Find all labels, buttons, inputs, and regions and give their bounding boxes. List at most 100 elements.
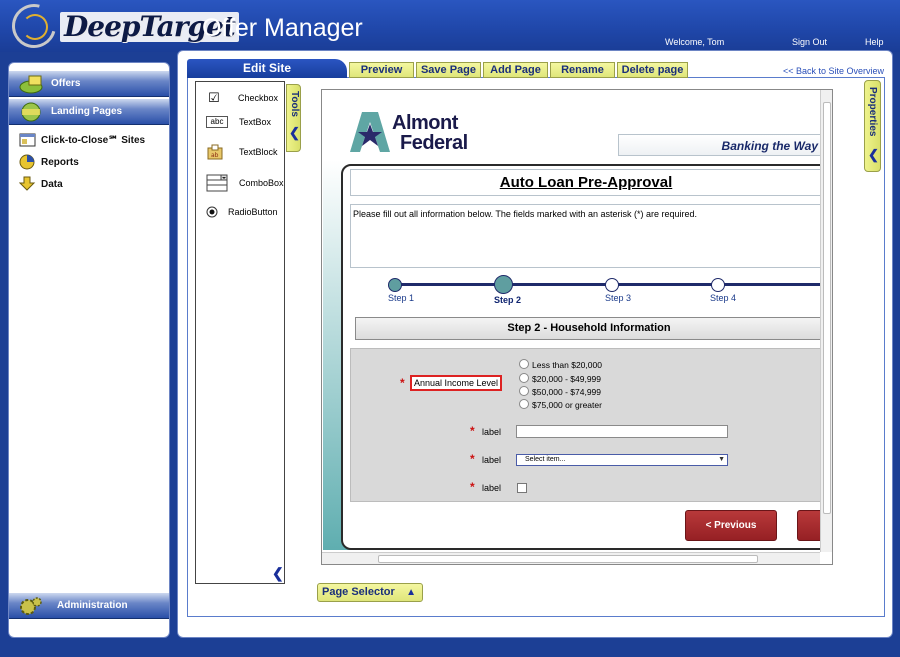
nav-section-administration[interactable]: Administration xyxy=(9,593,169,619)
chevron-left-icon: ❮ xyxy=(868,147,879,162)
form-title-box[interactable]: Auto Loan Pre-Approval xyxy=(350,169,822,196)
required-asterisk: * xyxy=(400,376,405,390)
tool-label: ComboBox xyxy=(239,178,284,188)
vertical-scrollbar[interactable] xyxy=(820,90,832,552)
tab-edit-site[interactable]: Edit Site xyxy=(187,59,347,78)
income-radio-option[interactable] xyxy=(519,399,529,409)
field-label[interactable]: label xyxy=(482,427,501,437)
sites-icon xyxy=(19,133,36,147)
nav-item-reports[interactable]: Reports xyxy=(19,153,79,171)
intro-text-block[interactable]: Please fill out all information below. T… xyxy=(350,204,822,268)
rename-button[interactable]: Rename xyxy=(550,62,615,78)
checkbox-field[interactable] xyxy=(517,483,527,493)
preview-button[interactable]: Preview xyxy=(349,62,414,78)
radiobutton-icon xyxy=(206,206,218,218)
income-radio-option[interactable] xyxy=(519,359,529,369)
page-selector-button[interactable]: Page Selector ▲ xyxy=(317,583,423,602)
chevron-left-icon: ❮ xyxy=(289,125,300,140)
tools-tab-label: Tools xyxy=(289,91,300,117)
combobox-icon xyxy=(206,174,228,192)
step-3-dot xyxy=(605,278,619,292)
nav-section-offers[interactable]: Offers xyxy=(9,71,169,97)
income-radio-option[interactable] xyxy=(519,373,529,383)
step-4-dot xyxy=(711,278,725,292)
properties-tab[interactable]: Properties ❮ xyxy=(864,80,881,172)
form-title: Auto Loan Pre-Approval xyxy=(499,174,673,191)
previous-button[interactable]: < Previous xyxy=(685,510,777,541)
nav-item-label: Data xyxy=(41,178,63,190)
save-page-button[interactable]: Save Page xyxy=(416,62,481,78)
tool-combobox[interactable]: ComboBox xyxy=(206,174,284,192)
step-1-label: Step 1 xyxy=(388,293,415,303)
help-link[interactable]: Help xyxy=(865,37,884,47)
income-option-label: $20,000 - $49,999 xyxy=(532,374,602,384)
tool-textbox[interactable]: abc TextBox xyxy=(206,116,271,128)
sign-out-link[interactable]: Sign Out xyxy=(792,37,827,47)
nav-item-label: Reports xyxy=(41,156,79,168)
gear-icon xyxy=(20,597,42,615)
properties-tab-label: Properties xyxy=(867,87,878,137)
logo-line-2: Federal xyxy=(400,132,468,154)
step-4-label: Step 4 xyxy=(710,293,737,303)
page-selector-label: Page Selector xyxy=(322,586,395,598)
nav-section-administration-label: Administration xyxy=(57,600,128,611)
app-header: DeepTarget Offer Manager Welcome, Tom Si… xyxy=(0,0,900,57)
tool-label: TextBlock xyxy=(239,147,278,157)
back-to-site-overview-link[interactable]: << Back to Site Overview xyxy=(783,66,884,76)
reports-icon xyxy=(19,154,35,170)
income-radio-option[interactable] xyxy=(519,386,529,396)
textbox-icon: abc xyxy=(206,116,228,128)
chevron-up-icon: ▲ xyxy=(406,587,416,598)
field-label[interactable]: label xyxy=(482,483,501,493)
logo-line-1: Almont xyxy=(392,112,458,134)
almont-federal-wordmark: Almont Federal xyxy=(392,113,468,153)
field-label[interactable]: label xyxy=(482,455,501,465)
step-1-dot xyxy=(388,278,402,292)
tool-radiobutton[interactable]: RadioButton xyxy=(206,206,278,218)
tool-label: TextBox xyxy=(239,117,272,127)
offers-icon xyxy=(19,75,43,94)
nav-section-offers-label: Offers xyxy=(51,78,81,89)
step-3-label: Step 3 xyxy=(605,293,632,303)
nav-item-label: Click-to-Close℠ Sites xyxy=(41,134,146,146)
collapse-chevron-icon[interactable]: ❮ xyxy=(272,565,284,582)
next-button[interactable] xyxy=(797,510,821,541)
horizontal-scrollbar[interactable] xyxy=(322,552,820,564)
nav-section-landing-pages[interactable]: Landing Pages xyxy=(9,99,169,125)
page-tagline: Banking the Way xyxy=(618,134,823,156)
income-option-label: $50,000 - $74,999 xyxy=(532,387,602,397)
left-nav-panel: Offers Landing Pages Click-to-Close℠ Sit… xyxy=(8,62,170,638)
text-input-field[interactable] xyxy=(516,425,728,438)
delete-page-button[interactable]: Delete page xyxy=(617,62,688,78)
required-asterisk: * xyxy=(470,452,475,466)
checkbox-icon: ☑ xyxy=(208,90,220,105)
step-2-dot xyxy=(494,275,513,294)
tool-textblock[interactable]: ab TextBlock xyxy=(206,144,278,160)
nav-section-landing-pages-label: Landing Pages xyxy=(51,106,123,117)
welcome-text: Welcome, Tom xyxy=(665,37,725,47)
nav-item-data[interactable]: Data xyxy=(19,175,63,193)
chevron-down-icon: ▼ xyxy=(718,456,725,463)
income-option-label: $75,000 or greater xyxy=(532,400,602,410)
logo-swoosh-accent-icon xyxy=(22,14,48,40)
combobox-field[interactable]: Select item... ▼ xyxy=(516,454,728,466)
combobox-placeholder: Select item... xyxy=(525,456,566,463)
add-page-button[interactable]: Add Page xyxy=(483,62,548,78)
step-2-label: Step 2 xyxy=(494,295,522,305)
tools-panel: ☑ Checkbox abc TextBox ab TextBlock Comb… xyxy=(195,81,285,584)
vertical-scroll-thumb[interactable] xyxy=(823,102,831,514)
svg-text:ab: ab xyxy=(211,152,219,159)
nav-item-click-to-close-sites[interactable]: Click-to-Close℠ Sites xyxy=(19,131,145,149)
income-option-label: Less than $20,000 xyxy=(532,360,602,370)
required-asterisk: * xyxy=(470,424,475,438)
tools-tab[interactable]: Tools ❮ xyxy=(286,84,301,152)
landing-pages-icon xyxy=(21,102,41,122)
app-title: Offer Manager xyxy=(202,14,363,42)
section-header[interactable]: Step 2 - Household Information xyxy=(355,317,823,340)
annual-income-label[interactable]: Annual Income Level xyxy=(410,375,502,391)
tool-label: RadioButton xyxy=(228,207,278,217)
data-download-icon xyxy=(19,176,36,191)
horizontal-scroll-thumb[interactable] xyxy=(378,555,758,563)
tool-checkbox[interactable]: ☑ Checkbox xyxy=(206,90,278,106)
almont-federal-logo-icon xyxy=(350,112,390,152)
